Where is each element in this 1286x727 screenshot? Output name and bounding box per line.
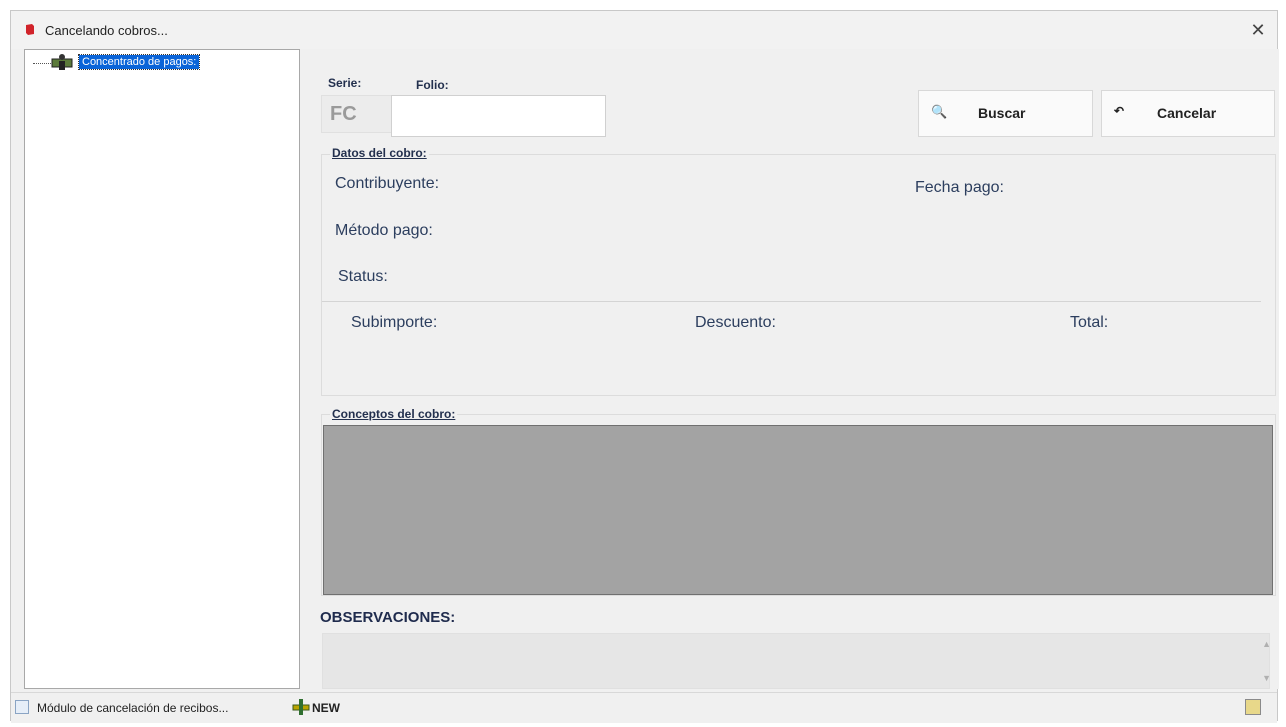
cancelar-button[interactable]: ↶ Cancelar [1101,90,1275,137]
main-panel: Serie: Folio: FC ▼ 🔍 Buscar ↶ Cancelar D… [300,49,1279,689]
descuento-label: Descuento: [695,314,776,331]
scroll-down-icon[interactable]: ▼ [1262,673,1271,683]
status-new-text: NEW [312,701,340,715]
status-label: Status: [338,268,388,285]
fecha-pago-label: Fecha pago: [915,179,1004,196]
tree-panel: Concentrado de pagos: [24,49,300,689]
new-icon [292,699,310,715]
window-title: Cancelando cobros... [45,23,168,38]
folio-input[interactable] [391,95,606,137]
red-book-icon [26,24,34,35]
status-bar: Módulo de cancelación de recibos... NEW [11,692,1277,723]
conceptos-cobro-title: Conceptos del cobro: [330,407,458,421]
cancel-collection-window: Cancelando cobros... ✕ Concentrado de pa… [10,10,1279,723]
resize-grip-icon[interactable] [1245,699,1261,715]
binoculars-icon: 🔍 [931,104,948,119]
title-bar: Cancelando cobros... ✕ [11,11,1277,49]
observaciones-textarea[interactable] [322,633,1270,689]
tree-connector [33,63,51,64]
serie-label: Serie: [328,76,362,90]
scroll-up-icon[interactable]: ▲ [1262,639,1271,649]
subimporte-label: Subimporte: [351,314,438,331]
close-button[interactable]: ✕ [1243,15,1273,45]
status-module-text: Módulo de cancelación de recibos... [37,701,229,715]
datos-cobro-title: Datos del cobro: [330,146,429,160]
contribuyente-label: Contribuyente: [335,175,440,192]
folio-label: Folio: [416,78,449,92]
datos-cobro-group [321,154,1276,396]
document-icon [15,700,29,714]
observaciones-title: OBSERVACIONES: [320,609,456,626]
total-label: Total: [1070,314,1109,331]
serie-value: FC [330,103,357,125]
close-icon: ✕ [1250,20,1266,40]
buscar-label: Buscar [978,105,1026,121]
conceptos-grid[interactable] [323,425,1273,595]
money-person-icon [51,54,73,70]
undo-icon: ↶ [1114,104,1125,118]
metodo-pago-label: Método pago: [335,222,433,239]
tree-node-concentrado-pagos[interactable]: Concentrado de pagos: [77,54,201,70]
buscar-button[interactable]: 🔍 Buscar [918,90,1093,137]
totals-divider [322,301,1261,302]
cancelar-label: Cancelar [1157,105,1217,121]
